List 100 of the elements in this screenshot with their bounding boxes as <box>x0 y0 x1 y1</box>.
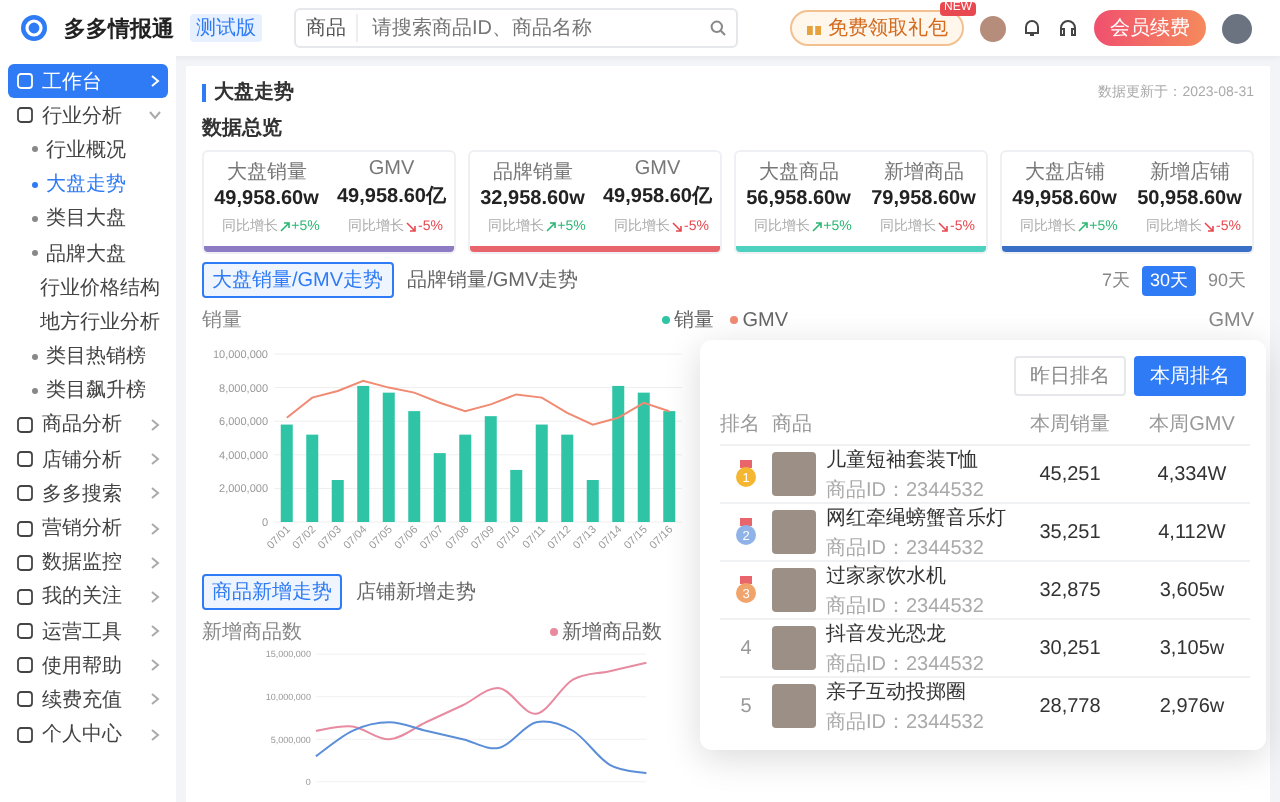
submenu-item[interactable]: 行业价格结构 <box>8 270 168 305</box>
gmv-value: 3,605w <box>1159 579 1225 601</box>
square-icon <box>16 106 34 125</box>
product-name[interactable]: 亲子互动投掷圈 <box>826 677 984 705</box>
bar <box>510 469 523 522</box>
square-icon <box>16 450 34 469</box>
product-id: 商品ID：2344532 <box>826 651 984 677</box>
metric-label: 新增店铺 <box>1149 159 1230 186</box>
bar <box>484 416 497 522</box>
sidebar-item[interactable]: 商品分析 <box>8 407 168 443</box>
gmv-value: 3,105w <box>1159 637 1225 659</box>
period-button[interactable]: 90天 <box>1199 265 1254 295</box>
product-name[interactable]: 过家家饮水机 <box>826 561 984 589</box>
square-icon <box>16 587 34 606</box>
photo-placeholder <box>772 684 816 728</box>
axis-title: 销量 <box>202 308 242 334</box>
tab[interactable]: 品牌销量/GMV走势 <box>397 262 589 298</box>
bar <box>280 424 293 522</box>
chevron-icon <box>150 624 160 639</box>
page-title: 大盘走势 <box>214 79 294 106</box>
chevron-icon <box>150 727 160 742</box>
sidebar-item[interactable]: 个人中心 <box>8 717 168 752</box>
column-header: 排名 <box>720 411 762 440</box>
tab[interactable]: 店铺新增走势 <box>346 574 486 610</box>
gift-icon <box>806 20 822 36</box>
product-name[interactable]: 儿童短袖套装T恤 <box>826 445 984 473</box>
version-badge[interactable]: 测试版 <box>190 14 262 42</box>
sidebar-item[interactable]: 使用帮助 <box>8 648 168 683</box>
ranking-tab[interactable]: 昨日排名 <box>1014 356 1126 396</box>
headset-icon[interactable] <box>1058 18 1078 38</box>
metric-value: 49,958.60亿 <box>603 183 712 210</box>
user-avatar[interactable] <box>1222 13 1252 43</box>
sidebar-item[interactable]: 多多搜索 <box>8 476 168 511</box>
column-header: 本周销量 <box>1028 411 1112 440</box>
metric-label: 大盘商品 <box>758 159 839 186</box>
period-button[interactable]: 30天 <box>1141 265 1196 295</box>
avatar[interactable] <box>980 15 1006 41</box>
photo-placeholder <box>772 510 816 554</box>
gmv-value: 2,976w <box>1159 695 1225 717</box>
photo-placeholder <box>772 626 816 670</box>
bar <box>357 385 370 522</box>
metric-value: 49,958.60w <box>1012 188 1117 210</box>
submenu-item[interactable]: 大盘走势 <box>8 167 168 202</box>
sidebar-item[interactable]: 营销分析 <box>8 510 168 546</box>
tab[interactable]: 大盘销量/GMV走势 <box>202 262 394 298</box>
sidebar-item[interactable]: 数据监控 <box>8 545 168 580</box>
tab[interactable]: 商品新增走势 <box>202 574 342 610</box>
bell-icon[interactable] <box>1022 18 1042 38</box>
chevron-icon <box>150 521 160 536</box>
square-icon <box>16 725 34 744</box>
product-name[interactable]: 网红牵绳螃蟹音乐灯 <box>826 503 1006 531</box>
product-id: 商品ID：2344532 <box>826 709 984 735</box>
square-icon <box>16 519 34 538</box>
chevron-icon <box>150 692 160 707</box>
photo-placeholder <box>772 568 816 612</box>
search-field[interactable]: 商品 请搜索商品ID、商品名称 <box>294 8 738 48</box>
bar <box>331 480 344 522</box>
chevron-icon <box>150 452 160 467</box>
sidebar-item[interactable]: 行业分析 <box>8 98 168 133</box>
product-name[interactable]: 抖音发光恐龙 <box>826 619 984 647</box>
sidebar-item[interactable]: 工作台 <box>8 64 168 99</box>
submenu-item[interactable]: 类目热销榜 <box>8 339 168 374</box>
bar <box>637 392 650 522</box>
bar <box>612 385 625 522</box>
metric-value: 49,958.60w <box>214 188 319 210</box>
submenu-item[interactable]: 品牌大盘 <box>8 235 168 271</box>
sales-value: 32,875 <box>1039 579 1101 601</box>
bar <box>382 392 395 522</box>
sidebar-item[interactable]: 我的关注 <box>8 579 168 614</box>
submenu-item[interactable]: 地方行业分析 <box>8 304 168 339</box>
metric-label: 品牌销量 <box>492 160 573 186</box>
metric-label: 大盘销量 <box>226 159 307 186</box>
legend-label: 新增商品数 <box>562 619 662 646</box>
section-title: 数据总览 <box>202 115 284 142</box>
ranking-tab[interactable]: 本周排名 <box>1134 356 1246 396</box>
period-button[interactable]: 7天 <box>1093 265 1138 295</box>
sidebar-item[interactable]: 运营工具 <box>8 614 168 649</box>
chevron-icon <box>148 110 162 121</box>
search-icon[interactable] <box>710 20 726 36</box>
submenu-item[interactable]: 行业概况 <box>8 132 168 168</box>
legend-label: 销量 <box>674 308 715 334</box>
chevron-icon <box>150 555 160 570</box>
bar <box>561 434 574 522</box>
rank-number: 5 <box>740 695 752 717</box>
sidebar-item[interactable]: 店铺分析 <box>8 442 168 477</box>
bar <box>306 434 319 522</box>
bar <box>663 411 676 522</box>
bar <box>408 411 421 522</box>
photo-placeholder <box>772 452 816 496</box>
axis-title: 新增商品数 <box>202 619 302 646</box>
column-header: 本周GMV <box>1147 411 1237 440</box>
chevron-icon <box>150 486 160 501</box>
square-icon <box>16 690 34 709</box>
sales-value: 45,251 <box>1039 463 1101 485</box>
submenu-item[interactable]: 类目大盘 <box>8 201 168 236</box>
sidebar-item[interactable]: 续费充值 <box>8 682 168 718</box>
square-icon <box>16 484 34 503</box>
submenu-item[interactable]: 类目飙升榜 <box>8 373 168 408</box>
square-icon <box>16 553 34 572</box>
category-select[interactable]: 商品 <box>306 14 358 42</box>
